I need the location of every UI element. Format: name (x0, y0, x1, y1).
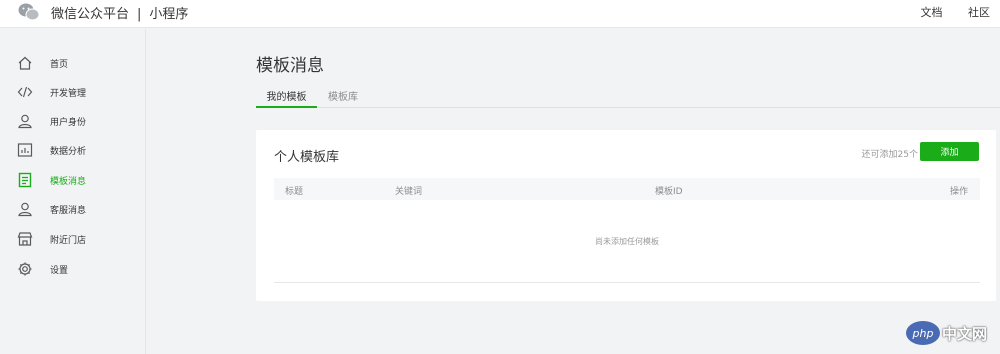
template-card: 个人模板库 还可添加25个 添加 标题 关键词 模板ID 操作 尚未添加任何模板 (256, 130, 996, 301)
sidebar-item-template[interactable]: 模板消息 (0, 167, 146, 193)
card-title: 个人模板库 (274, 150, 340, 165)
page-title: 模板消息 (256, 56, 324, 76)
column-actions: 操作 (949, 187, 968, 197)
column-template-id: 模板ID (655, 187, 683, 197)
sidebar-item-label: 模板消息 (50, 176, 87, 187)
php-badge: php (906, 321, 940, 345)
home-icon (17, 55, 33, 71)
sidebar-item-label: 客服消息 (50, 205, 87, 216)
sidebar-item-user[interactable]: 用户身份 (0, 108, 146, 134)
watermark-text: 中文网 (942, 325, 988, 343)
document-icon (17, 172, 33, 188)
user-icon (17, 113, 33, 129)
docs-link[interactable]: 文档 (921, 6, 943, 19)
sidebar-item-home[interactable]: 首页 (0, 50, 146, 76)
sidebar-item-settings[interactable]: 设置 (0, 256, 146, 282)
brand-separator: | (137, 7, 142, 22)
remaining-count: 还可添加25个 (861, 150, 918, 160)
chart-icon (17, 142, 33, 158)
community-link[interactable]: 社区 (968, 6, 990, 19)
brand-sub: 小程序 (149, 7, 189, 22)
column-keywords: 关键词 (395, 187, 423, 197)
column-title: 标题 (285, 187, 304, 197)
store-icon (17, 231, 33, 247)
sidebar-item-service[interactable]: 客服消息 (0, 196, 146, 222)
sidebar-item-dev[interactable]: 开发管理 (0, 79, 146, 105)
brand-title: 微信公众平台 | 小程序 (51, 3, 188, 22)
sidebar-item-analytics[interactable]: 数据分析 (0, 137, 146, 163)
sidebar-item-store[interactable]: 附近门店 (0, 226, 146, 252)
brand-main[interactable]: 微信公众平台 (51, 7, 129, 22)
table-header: 标题 关键词 模板ID 操作 (274, 178, 980, 200)
sidebar-item-label: 用户身份 (50, 117, 87, 128)
php-watermark: php 中文网 (906, 321, 996, 345)
sidebar-item-label: 数据分析 (50, 146, 87, 157)
gear-icon (17, 261, 33, 277)
top-header: 微信公众平台 | 小程序 文档 社区 (0, 0, 1000, 28)
sidebar-item-label: 首页 (50, 59, 69, 70)
customer-service-icon (17, 201, 33, 217)
tab-my-templates[interactable]: 我的模板 (256, 88, 317, 108)
tab-bar: 我的模板 模板库 (256, 85, 1000, 108)
sidebar-item-label: 设置 (50, 265, 69, 276)
sidebar-item-label: 开发管理 (50, 88, 87, 99)
wechat-logo-icon[interactable] (18, 2, 40, 22)
sidebar-item-label: 附近门店 (50, 235, 87, 246)
table-divider (274, 282, 980, 283)
add-button[interactable]: 添加 (920, 142, 979, 161)
tab-template-library[interactable]: 模板库 (328, 88, 358, 103)
sidebar: 首页 开发管理 用户身份 数据分析 模板消息 客服消息 附近门店 设置 (0, 29, 146, 354)
code-icon (17, 84, 33, 100)
empty-state: 尚未添加任何模板 (595, 237, 659, 246)
top-links: 文档 社区 (899, 4, 991, 20)
